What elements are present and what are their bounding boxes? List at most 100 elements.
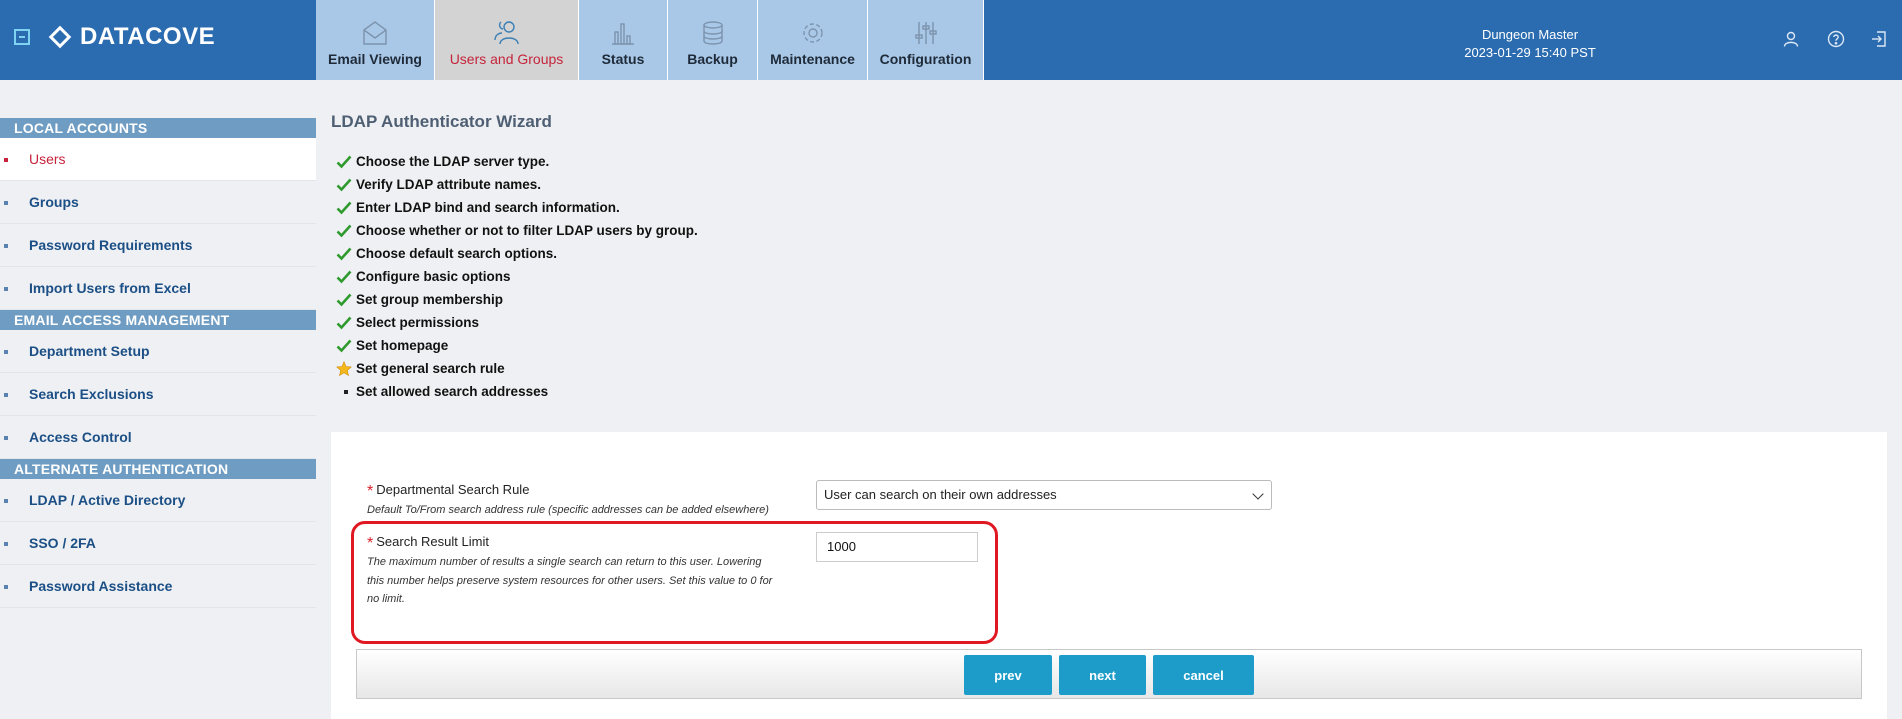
database-icon <box>698 18 728 48</box>
chevron-down-icon <box>1252 488 1264 500</box>
sidebar-item-users[interactable]: Users <box>0 138 316 181</box>
page-title: LDAP Authenticator Wizard <box>331 112 552 131</box>
gear-icon <box>798 18 828 48</box>
sidebar-item-label: Password Requirements <box>29 237 193 253</box>
sidebar-item-access-control[interactable]: Access Control <box>0 416 316 459</box>
search-rule-help: Default To/From search address rule (spe… <box>367 504 769 516</box>
step-label: Set general search rule <box>356 361 505 376</box>
sidebar-item-label: LDAP / Active Directory <box>29 492 186 508</box>
wizard-step-done: Verify LDAP attribute names. <box>336 173 698 196</box>
collapse-menu-icon[interactable] <box>14 29 30 45</box>
sidebar-section-local-accounts: LOCAL ACCOUNTS <box>0 118 316 138</box>
tab-status[interactable]: Status <box>579 0 668 80</box>
bullet-icon <box>4 499 8 503</box>
sidebar: LOCAL ACCOUNTS Users Groups Password Req… <box>0 118 316 608</box>
sidebar-item-password-requirements[interactable]: Password Requirements <box>0 224 316 267</box>
sidebar-item-sso-2fa[interactable]: SSO / 2FA <box>0 522 316 565</box>
diamond-logo-icon <box>48 25 72 49</box>
bullet-icon <box>4 542 8 546</box>
tab-email-viewing[interactable]: Email Viewing <box>316 0 435 80</box>
wizard-step-pending: Set allowed search addresses <box>336 380 698 403</box>
sidebar-item-ldap[interactable]: LDAP / Active Directory <box>0 479 316 522</box>
search-rule-label-text: Departmental Search Rule <box>376 482 530 497</box>
next-button[interactable]: next <box>1059 655 1146 695</box>
tab-label: Maintenance <box>770 51 855 67</box>
bar-chart-icon <box>608 18 638 48</box>
sidebar-item-label: Password Assistance <box>29 578 173 594</box>
sidebar-item-search-exclusions[interactable]: Search Exclusions <box>0 373 316 416</box>
user-icon[interactable] <box>1782 30 1800 48</box>
checkmark-icon <box>336 199 356 217</box>
step-label: Configure basic options <box>356 269 511 284</box>
wizard-step-current: Set general search rule <box>336 357 698 380</box>
sidebar-item-groups[interactable]: Groups <box>0 181 316 224</box>
wizard-step-list: Choose the LDAP server type. Verify LDAP… <box>336 150 698 403</box>
wizard-step-done: Choose whether or not to filter LDAP use… <box>336 219 698 242</box>
sidebar-item-label: Groups <box>29 194 79 210</box>
sidebar-item-label: Department Setup <box>29 343 150 359</box>
checkmark-icon <box>336 153 356 171</box>
step-label: Enter LDAP bind and search information. <box>356 200 620 215</box>
checkmark-icon <box>336 291 356 309</box>
sidebar-section-email-access: EMAIL ACCESS MANAGEMENT <box>0 310 316 330</box>
wizard-step-done: Configure basic options <box>336 265 698 288</box>
tab-label: Status <box>601 51 645 67</box>
checkmark-icon <box>336 268 356 286</box>
help-icon[interactable] <box>1827 30 1845 48</box>
wizard-step-done: Choose the LDAP server type. <box>336 150 698 173</box>
bullet-icon <box>4 350 8 354</box>
bullet-icon <box>344 389 348 394</box>
sidebar-item-password-assistance[interactable]: Password Assistance <box>0 565 316 608</box>
cancel-button[interactable]: cancel <box>1153 655 1254 695</box>
bullet-icon <box>4 158 8 162</box>
star-icon <box>336 360 356 378</box>
wizard-step-done: Enter LDAP bind and search information. <box>336 196 698 219</box>
tab-configuration[interactable]: Configuration <box>868 0 984 80</box>
required-marker: * <box>367 483 374 500</box>
tab-label: Email Viewing <box>328 51 422 67</box>
search-rule-select[interactable]: User can search on their own addresses <box>816 480 1272 510</box>
wizard-step-done: Choose default search options. <box>336 242 698 265</box>
sidebar-item-import-users[interactable]: Import Users from Excel <box>0 267 316 310</box>
users-icon <box>492 18 522 48</box>
step-label: Choose default search options. <box>356 246 558 261</box>
envelope-icon <box>360 18 390 48</box>
wizard-step-done: Set group membership <box>336 288 698 311</box>
step-label: Set allowed search addresses <box>356 384 549 399</box>
search-rule-label: * Departmental Search Rule <box>367 482 529 501</box>
wizard-step-done: Set homepage <box>336 334 698 357</box>
bullet-icon <box>4 244 8 248</box>
user-info: Dungeon Master 2023-01-29 15:40 PST <box>1410 26 1650 62</box>
logout-icon[interactable] <box>1870 30 1888 48</box>
step-label: Verify LDAP attribute names. <box>356 177 542 192</box>
tab-maintenance[interactable]: Maintenance <box>758 0 868 80</box>
prev-button[interactable]: prev <box>964 655 1052 695</box>
step-label: Set group membership <box>356 292 504 307</box>
step-label: Choose the LDAP server type. <box>356 154 550 169</box>
sidebar-item-label: Import Users from Excel <box>29 280 191 296</box>
step-label: Set homepage <box>356 338 449 353</box>
bullet-icon <box>4 393 8 397</box>
sidebar-item-label: Users <box>29 151 66 167</box>
sidebar-item-label: SSO / 2FA <box>29 535 96 551</box>
main-nav-tabs: Email Viewing Users and Groups Status Ba… <box>316 0 984 80</box>
wizard-step-done: Select permissions <box>336 311 698 334</box>
step-label: Choose whether or not to filter LDAP use… <box>356 223 698 238</box>
sidebar-item-department-setup[interactable]: Department Setup <box>0 330 316 373</box>
bullet-icon <box>4 287 8 291</box>
checkmark-icon <box>336 222 356 240</box>
sidebar-item-label: Search Exclusions <box>29 386 154 402</box>
step-label: Select permissions <box>356 315 480 330</box>
sliders-icon <box>911 18 941 48</box>
tab-backup[interactable]: Backup <box>668 0 758 80</box>
top-header: DATACOVE Email Viewing Users and Groups … <box>0 0 1902 80</box>
tab-users-and-groups[interactable]: Users and Groups <box>435 0 579 80</box>
tab-label: Users and Groups <box>449 51 564 67</box>
bullet-icon <box>4 436 8 440</box>
checkmark-icon <box>336 337 356 355</box>
brand-logo[interactable]: DATACOVE <box>48 22 215 52</box>
current-datetime: 2023-01-29 15:40 PST <box>1464 45 1596 60</box>
sidebar-section-alternate-auth: ALTERNATE AUTHENTICATION <box>0 459 316 479</box>
tab-label: Backup <box>687 51 738 67</box>
tab-label: Configuration <box>879 51 972 67</box>
